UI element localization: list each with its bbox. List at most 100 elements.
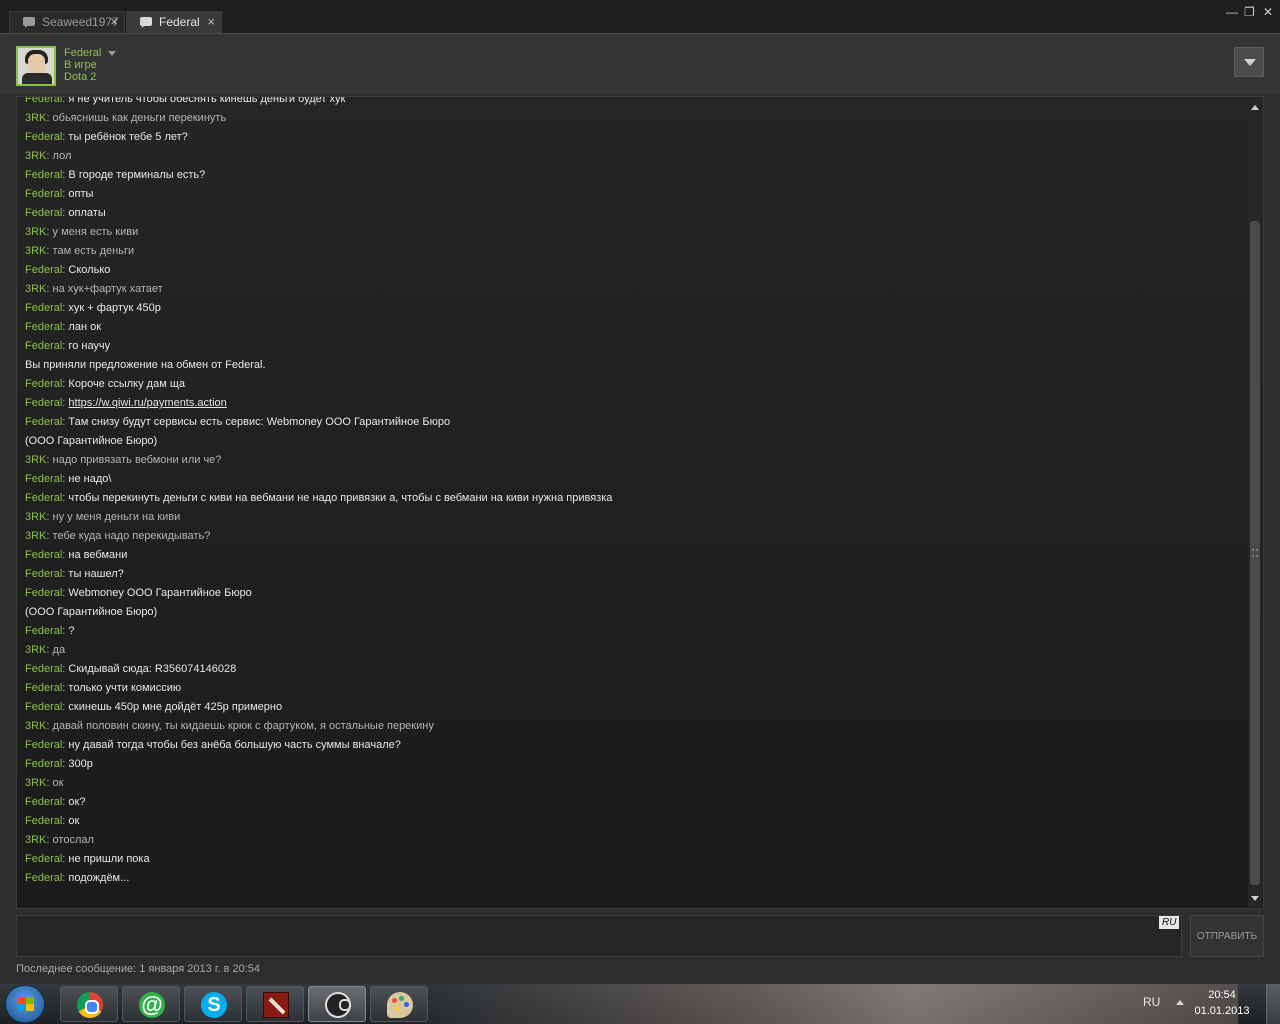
avatar[interactable] bbox=[16, 46, 56, 86]
chat-message: (ООО Гарантийное Бюро) bbox=[25, 432, 1245, 451]
message-sender[interactable]: Federal bbox=[25, 397, 62, 409]
message-text: на вебмани bbox=[68, 549, 128, 561]
tab-seaweed1977[interactable]: Seaweed1977 × bbox=[9, 11, 125, 33]
message-text: скинешь 450р мне дойдёт 425р примерно bbox=[68, 701, 283, 713]
message-sender[interactable]: 3RK bbox=[25, 226, 46, 238]
message-sender[interactable]: Federal bbox=[25, 568, 62, 580]
chat-message: 3RK: там есть деньги bbox=[25, 242, 1245, 261]
chat-message: Federal: Скидывай сюда: R356074146028 bbox=[25, 660, 1245, 679]
taskbar-dota2[interactable] bbox=[246, 986, 304, 1022]
taskbar-paint[interactable] bbox=[370, 986, 428, 1022]
chevron-down-icon[interactable] bbox=[108, 51, 116, 56]
message-text: на хук+фартук хатает bbox=[52, 283, 163, 295]
message-sender[interactable]: Federal bbox=[25, 701, 62, 713]
message-sender[interactable]: Federal bbox=[25, 264, 62, 276]
message-sender[interactable]: Federal bbox=[25, 663, 62, 675]
message-text: ты нашел? bbox=[68, 568, 124, 580]
message-sender[interactable]: Federal bbox=[25, 758, 62, 770]
message-sender[interactable]: 3RK bbox=[25, 454, 46, 466]
chat-log[interactable]: Federal: я не учитель чтобы обеснять кин… bbox=[16, 96, 1264, 909]
tab-federal[interactable]: Federal × bbox=[126, 11, 222, 33]
message-sender[interactable]: Federal bbox=[25, 378, 62, 390]
message-sender[interactable]: Federal bbox=[25, 549, 62, 561]
chat-message: Federal: ну давай тогда чтобы без анёба … bbox=[25, 736, 1245, 755]
message-sender[interactable]: Federal bbox=[25, 169, 62, 181]
clock-date[interactable]: 01.01.2013 bbox=[1190, 1005, 1254, 1017]
start-button[interactable] bbox=[5, 985, 45, 1023]
message-sender[interactable]: Federal bbox=[25, 625, 62, 637]
taskbar-wallpaper bbox=[428, 984, 1238, 1024]
taskbar-chrome[interactable] bbox=[60, 986, 118, 1022]
restore-button[interactable]: ❐ bbox=[1244, 5, 1255, 19]
message-sender[interactable]: Federal bbox=[25, 321, 62, 333]
message-text: я не учитель чтобы обеснять кинешь деньг… bbox=[68, 96, 346, 105]
message-sender[interactable]: Federal bbox=[25, 492, 62, 504]
message-sender[interactable]: Federal bbox=[25, 815, 62, 827]
message-sender[interactable]: Federal bbox=[25, 97, 62, 105]
message-sender[interactable]: 3RK bbox=[25, 511, 46, 523]
message-sender[interactable]: 3RK bbox=[25, 720, 46, 732]
message-text: ок bbox=[68, 815, 80, 827]
scroll-down-icon[interactable] bbox=[1250, 893, 1260, 903]
chat-message: Federal: не надо\ bbox=[25, 470, 1245, 489]
last-message-timestamp: Последнее сообщение: 1 января 2013 г. в … bbox=[16, 963, 261, 975]
chat-message: Federal: подождём... bbox=[25, 869, 1245, 888]
message-sender[interactable]: Federal bbox=[25, 682, 62, 694]
message-sender[interactable]: Federal bbox=[25, 872, 62, 884]
paint-icon bbox=[387, 992, 413, 1018]
message-sender[interactable]: Federal bbox=[25, 131, 62, 143]
scroll-up-icon[interactable] bbox=[1250, 103, 1260, 113]
message-sender[interactable]: 3RK bbox=[25, 777, 46, 789]
chat-message: Federal: 300р bbox=[25, 755, 1245, 774]
message-text: да bbox=[52, 644, 66, 656]
taskbar-steam[interactable] bbox=[308, 986, 366, 1022]
close-button[interactable]: ✕ bbox=[1263, 5, 1273, 19]
taskbar-skype[interactable]: S bbox=[184, 986, 242, 1022]
send-button[interactable]: ОТПРАВИТЬ bbox=[1190, 915, 1264, 957]
show-desktop-button[interactable] bbox=[1266, 984, 1280, 1024]
friend-name[interactable]: Federal bbox=[64, 47, 101, 59]
chat-message: Federal: ты ребёнок тебе 5 лет? bbox=[25, 128, 1245, 147]
minimize-button[interactable]: — bbox=[1226, 5, 1238, 19]
message-sender[interactable]: Federal bbox=[25, 473, 62, 485]
tab-close-icon[interactable]: × bbox=[207, 14, 215, 29]
chat-message: Federal: не пришли пока bbox=[25, 850, 1245, 869]
chat-options-button[interactable] bbox=[1234, 47, 1264, 77]
message-text: хук + фартук 450р bbox=[68, 302, 161, 314]
chat-message: 3RK: ну у меня деньги на киви bbox=[25, 508, 1245, 527]
clock-time[interactable]: 20:54 bbox=[1190, 989, 1254, 1001]
message-sender[interactable]: 3RK bbox=[25, 150, 46, 162]
message-sender[interactable]: 3RK bbox=[25, 283, 46, 295]
chat-message: 3RK: лол bbox=[25, 147, 1245, 166]
windows-logo-icon bbox=[18, 997, 34, 1011]
message-text: Короче ссылку дам ща bbox=[68, 378, 185, 390]
message-sender[interactable]: 3RK bbox=[25, 245, 46, 257]
message-sender[interactable]: Federal bbox=[25, 207, 62, 219]
scrollbar[interactable] bbox=[1248, 99, 1262, 907]
message-text: ? bbox=[68, 625, 75, 637]
message-text: только учти комиссию bbox=[68, 682, 182, 694]
chat-message: Federal: ты нашел? bbox=[25, 565, 1245, 584]
message-sender[interactable]: Federal bbox=[25, 853, 62, 865]
tab-close-icon[interactable]: × bbox=[110, 14, 118, 29]
message-sender[interactable]: 3RK bbox=[25, 834, 46, 846]
tray-show-hidden-icon[interactable] bbox=[1176, 1000, 1184, 1005]
message-sender[interactable]: Federal bbox=[25, 340, 62, 352]
chat-message: Federal: на вебмани bbox=[25, 546, 1245, 565]
message-link[interactable]: https://w.qiwi.ru/payments.action bbox=[68, 397, 226, 409]
message-sender[interactable]: 3RK bbox=[25, 530, 46, 542]
taskbar-mail-agent[interactable]: @ bbox=[122, 986, 180, 1022]
message-sender[interactable]: Federal bbox=[25, 587, 62, 599]
message-sender[interactable]: Federal bbox=[25, 739, 62, 751]
tray-language[interactable]: RU bbox=[1143, 995, 1160, 1009]
message-sender[interactable]: Federal bbox=[25, 416, 62, 428]
scrollbar-thumb[interactable] bbox=[1250, 221, 1260, 885]
message-text: 300р bbox=[68, 758, 93, 770]
message-sender[interactable]: Federal bbox=[25, 188, 62, 200]
message-sender[interactable]: 3RK bbox=[25, 112, 46, 124]
message-sender[interactable]: Federal bbox=[25, 302, 62, 314]
message-input[interactable] bbox=[16, 915, 1182, 957]
message-sender[interactable]: Federal bbox=[25, 796, 62, 808]
chat-message: Federal: я не учитель чтобы обеснять кин… bbox=[25, 96, 1245, 109]
message-sender[interactable]: 3RK bbox=[25, 644, 46, 656]
